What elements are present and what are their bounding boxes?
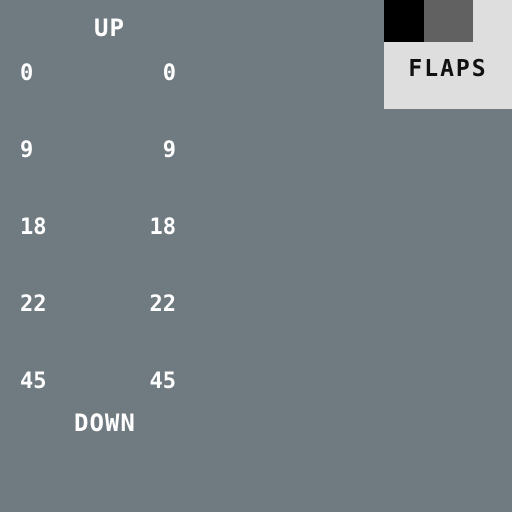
scale-left-value: 9 — [20, 138, 34, 163]
flaps-gray-swatch[interactable] — [424, 0, 473, 42]
flap-position-scale: UP 0 0 9 9 18 18 22 22 45 45 DOWN — [0, 0, 220, 460]
scale-right-value: 9 — [162, 138, 176, 163]
scale-row: 9 9 — [0, 140, 220, 170]
scale-row: 45 45 — [0, 371, 220, 401]
scale-left-value: 18 — [20, 215, 47, 240]
flaps-panel[interactable]: FLAPS — [384, 0, 512, 109]
scale-right-value: 0 — [162, 61, 176, 86]
flaps-label: FLAPS — [408, 56, 488, 82]
scale-left-value: 0 — [20, 61, 34, 86]
scale-row: 0 0 — [0, 63, 220, 93]
scale-row: 22 22 — [0, 294, 220, 324]
scale-title-up: UP — [94, 14, 125, 42]
scale-right-value: 18 — [149, 215, 177, 240]
scale-right-value: 22 — [149, 292, 177, 317]
flaps-black-swatch[interactable] — [384, 0, 424, 42]
scale-right-value: 45 — [149, 369, 177, 394]
scale-row: 18 18 — [0, 217, 220, 247]
scale-left-value: 22 — [20, 292, 47, 317]
scale-left-value: 45 — [20, 369, 47, 394]
scale-footer-down: DOWN — [74, 409, 136, 437]
